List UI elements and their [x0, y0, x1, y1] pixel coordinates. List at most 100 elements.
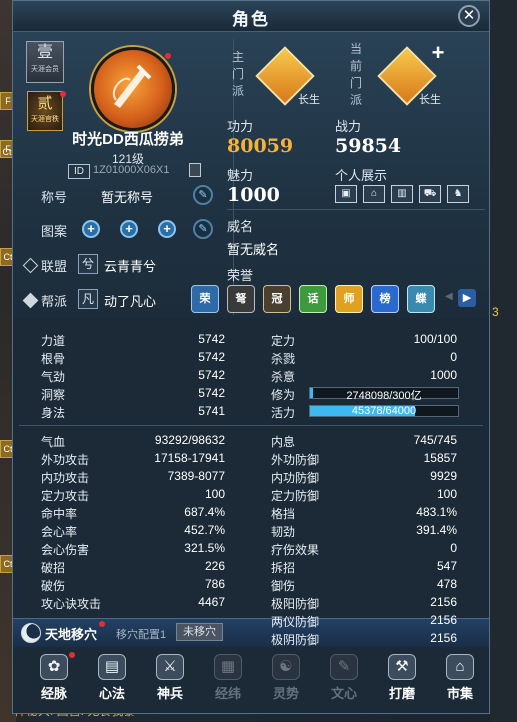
- stat-value: 4467: [198, 595, 225, 609]
- stat-label: 定力防御: [271, 489, 320, 503]
- stat-value: 100: [436, 487, 457, 501]
- xiuwei-bar-text: 2748098/300亿: [346, 390, 422, 402]
- stat-value: 687.4%: [184, 505, 225, 519]
- tab-icon: ▤: [98, 654, 126, 680]
- stat-value: 5741: [198, 404, 225, 418]
- xiuwei-bar: 2748098/300亿: [309, 387, 459, 402]
- divider: [227, 209, 485, 210]
- stat-label: 拆招: [271, 561, 296, 575]
- stat-value: 321.5%: [184, 541, 225, 555]
- stat-value: 452.7%: [184, 523, 225, 537]
- stat-value: 1000: [430, 368, 457, 382]
- title-label: 称号: [41, 190, 68, 205]
- acupoint-status-button[interactable]: 未移穴: [176, 623, 223, 641]
- stat-label: 根骨: [41, 352, 66, 366]
- tab-icon: ⌂: [446, 654, 474, 680]
- stat-value: 483.1%: [416, 505, 457, 519]
- notification-dot: [69, 652, 75, 658]
- building-icon[interactable]: ▥: [391, 185, 413, 203]
- stat-value: 2156: [430, 595, 457, 609]
- stat-label: 御伤: [271, 579, 296, 593]
- stat-label: 力道: [41, 334, 66, 348]
- tab-3[interactable]: ▦ 经纬: [201, 647, 255, 707]
- switch-faction-icon[interactable]: +: [427, 42, 449, 65]
- pattern-label: 图案: [41, 224, 68, 239]
- guild-emblem-icon[interactable]: 凡: [78, 289, 98, 309]
- character-panel: 角色 ✕ 壹 天涯会员 贰 天涯官秩 时光DD西瓜捞弟 121级 ID 1Z01…: [12, 0, 490, 714]
- stat-label: 定力攻击: [41, 489, 90, 503]
- stat-value: 0: [450, 541, 457, 555]
- tab-icon: ✎: [330, 654, 358, 680]
- tab-7[interactable]: ⌂ 市集: [433, 647, 487, 707]
- honor-next-icon[interactable]: ▶: [458, 289, 476, 307]
- honor-badge-icon[interactable]: 冠: [263, 285, 291, 313]
- tab-4[interactable]: ☯ 灵势: [259, 647, 313, 707]
- tab-label: 神兵: [156, 686, 183, 701]
- stat-label: 命中率: [41, 507, 78, 521]
- stat-value: 0: [450, 350, 457, 364]
- stat-label: 破招: [41, 561, 66, 575]
- vehicle-icon[interactable]: ⛟: [419, 185, 441, 203]
- stat-label: 极阴防御: [271, 633, 320, 647]
- edit-pattern-icon[interactable]: ✎: [193, 219, 213, 239]
- hud-number: 3: [492, 305, 499, 319]
- stat-label: 极阳防御: [271, 597, 320, 611]
- vip-badge-rank: 壹: [36, 44, 53, 61]
- honor-prev-icon[interactable]: ◀: [445, 291, 453, 302]
- close-icon[interactable]: ✕: [458, 5, 480, 27]
- honor-badge-icon[interactable]: 榜: [371, 285, 399, 313]
- tab-5[interactable]: ✎ 文心: [317, 647, 371, 707]
- window-title: 角色: [232, 10, 270, 29]
- honor-label: 荣誉: [227, 268, 254, 283]
- add-pattern-icon[interactable]: +: [120, 220, 138, 238]
- pet-icon[interactable]: ♞: [447, 185, 469, 203]
- honor-badge-icon[interactable]: 蝶: [407, 285, 435, 313]
- meili-value: 1000: [227, 184, 280, 206]
- rank-badge[interactable]: 贰 天涯官秩: [27, 91, 63, 131]
- avatar[interactable]: [91, 47, 175, 131]
- acupoint-config[interactable]: 移穴配置1: [116, 626, 166, 642]
- stat-label: 内功攻击: [41, 471, 90, 485]
- acupoint-title[interactable]: 天地移穴: [45, 624, 97, 643]
- notification-dot: [165, 53, 171, 59]
- stat-value: 7389-8077: [167, 469, 225, 483]
- alliance-value[interactable]: 云青青兮: [104, 256, 156, 275]
- add-pattern-icon[interactable]: +: [158, 220, 176, 238]
- honor-badge-icon[interactable]: 话: [299, 285, 327, 313]
- tab-icon: ⚔: [156, 654, 184, 680]
- add-pattern-icon[interactable]: +: [82, 220, 100, 238]
- tab-1[interactable]: ▤ 心法: [85, 647, 139, 707]
- moon-icon[interactable]: [21, 623, 41, 643]
- card-icon[interactable]: ▣: [335, 185, 357, 203]
- stat-label: 格挡: [271, 507, 296, 521]
- tab-6[interactable]: ⚒ 打磨: [375, 647, 429, 707]
- honor-badge-icon[interactable]: 师: [335, 285, 363, 313]
- tab-0[interactable]: ✿ 经脉: [27, 647, 81, 707]
- bottom-tabs: ✿ 经脉 ▤ 心法 ⚔ 神兵 ▦ 经纬 ☯ 灵势 ✎ 文心 ⚒ 打磨 ⌂ 市集: [13, 647, 489, 713]
- guild-value[interactable]: 动了凡心: [104, 291, 156, 310]
- stat-value: 15857: [423, 451, 457, 465]
- stat-label: 气血: [41, 435, 66, 449]
- vip-badge[interactable]: 壹 天涯会员: [26, 41, 64, 83]
- tab-2[interactable]: ⚔ 神兵: [143, 647, 197, 707]
- honor-badge-icon[interactable]: 荣: [191, 285, 219, 313]
- weiming-label: 威名: [227, 219, 254, 234]
- zhanli-label: 战力: [335, 119, 362, 134]
- meili-label: 魅力: [227, 168, 254, 183]
- vip-badge-label: 天涯会员: [31, 66, 59, 73]
- stat-label: 两仪防御: [271, 615, 320, 629]
- alliance-emblem-icon[interactable]: 兮: [78, 254, 98, 274]
- title-value: 暂无称号: [101, 190, 154, 205]
- notification-dot: [60, 91, 66, 97]
- stat-label: 身法: [41, 406, 66, 420]
- stat-label: 内息: [271, 435, 296, 449]
- edit-title-icon[interactable]: ✎: [193, 185, 213, 205]
- current-faction-name: 长生: [419, 94, 441, 106]
- stat-value: 5742: [198, 386, 225, 400]
- stats-divider: [19, 425, 483, 426]
- honor-badge-icon[interactable]: 弩: [227, 285, 255, 313]
- copy-icon[interactable]: [189, 163, 201, 177]
- rank-badge-label: 天涯官秩: [31, 116, 59, 123]
- stat-value: 786: [204, 577, 225, 591]
- house-icon[interactable]: ⌂: [363, 185, 385, 203]
